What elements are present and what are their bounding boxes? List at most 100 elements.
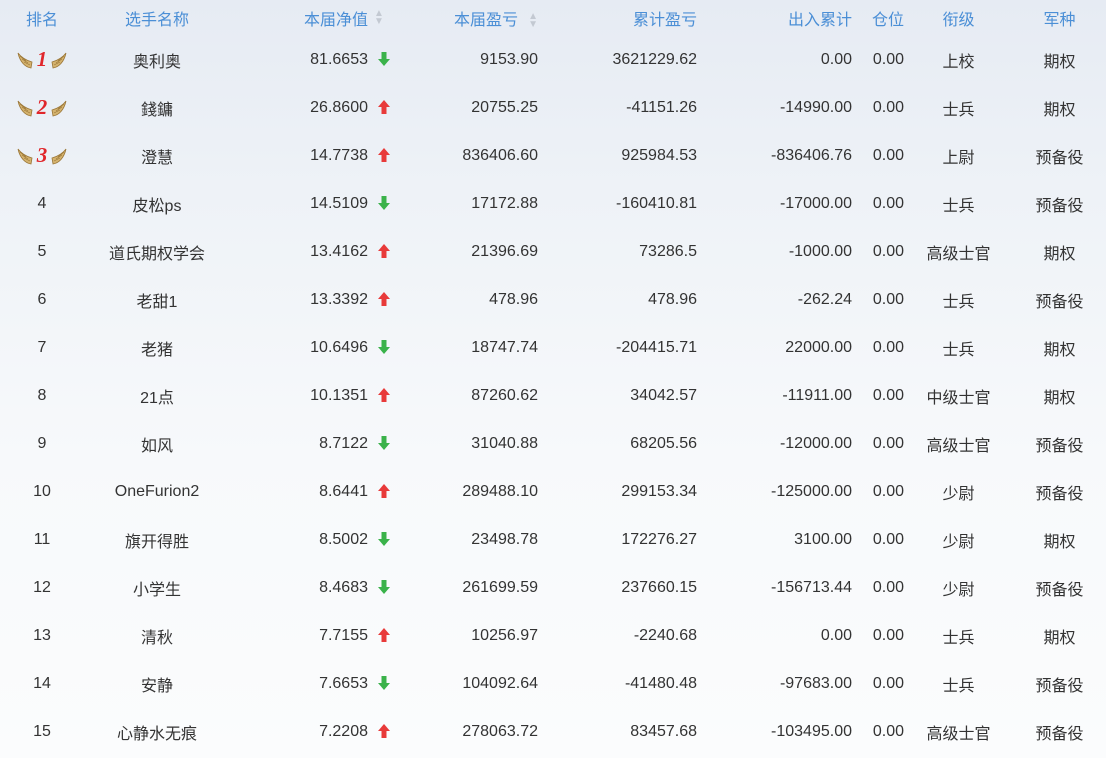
branch: 期权 [1043, 534, 1076, 551]
player-name[interactable]: 老猪 [84, 324, 230, 372]
table-row[interactable]: 11 旗开得胜 8.5002 23498.78 172276.27 3100.00 0.00… [0, 516, 1106, 564]
player-name[interactable]: 清秋 [84, 612, 230, 660]
laurel-wing-icon [51, 101, 67, 117]
arrow-down-icon [378, 436, 390, 450]
arrow-up-icon [378, 100, 390, 114]
player-name[interactable]: 老甜1 [84, 276, 230, 324]
trend-cell [368, 228, 398, 276]
branch: 预备役 [1035, 726, 1084, 743]
session-pnl: 104092.64 [462, 675, 538, 692]
branch: 预备役 [1035, 678, 1084, 695]
player-name[interactable]: OneFurion2 [84, 468, 230, 516]
military-rank: 士兵 [942, 102, 975, 119]
table-row[interactable]: 2 錢鏞 26.8600 20755.25 -41151.26 -14990.00 0.00… [0, 84, 1106, 132]
inout-total: -125000.00 [771, 483, 852, 500]
trend-cell [368, 612, 398, 660]
table-row[interactable]: 12 小学生 8.4683 261699.59 237660.15 -156713.44 0… [0, 564, 1106, 612]
inout-total: 3100.00 [794, 531, 852, 548]
table-row[interactable]: 10 OneFurion2 8.6441 289488.10 299153.34 -125… [0, 468, 1106, 516]
table-row[interactable]: 7 老猪 10.6496 18747.74 -204415.71 22000.00 0.00… [0, 324, 1106, 372]
net-value: 26.8600 [310, 99, 368, 116]
player-name[interactable]: 如风 [84, 420, 230, 468]
header-pos[interactable]: 仓位 [852, 0, 904, 36]
player-name[interactable]: 心静水无痕 [84, 708, 230, 756]
table-row[interactable]: 14 安静 7.6653 104092.64 -41480.48 -97683.00 0.0… [0, 660, 1106, 708]
session-pnl: 21396.69 [471, 243, 538, 260]
player-name[interactable]: 安静 [84, 660, 230, 708]
position: 0.00 [872, 387, 904, 404]
military-rank: 高级士官 [926, 438, 991, 455]
player-name[interactable]: 皮松ps [84, 180, 230, 228]
table-row[interactable]: 6 老甜1 13.3392 478.96 478.96 -262.24 0.00 士兵 预备役 [0, 276, 1106, 324]
sort-icon[interactable]: ▲ ▼ [374, 8, 388, 26]
military-rank: 中级士官 [926, 390, 991, 407]
net-value: 8.5002 [319, 531, 368, 548]
header-branch[interactable]: 军种 [1013, 0, 1106, 36]
net-value: 14.7738 [310, 147, 368, 164]
rank-cell: 3 [0, 132, 84, 180]
branch: 期权 [1043, 54, 1076, 71]
arrow-up-icon [378, 292, 390, 306]
header-military-rank[interactable]: 衔级 [904, 0, 1013, 36]
net-value: 81.6653 [310, 51, 368, 68]
trend-cell [368, 132, 398, 180]
rank-cell: 12 [33, 579, 51, 596]
arrow-down-icon [378, 580, 390, 594]
branch: 预备役 [1035, 582, 1084, 599]
inout-total: -17000.00 [779, 195, 852, 212]
table-row[interactable]: 4 皮松ps 14.5109 17172.88 -160410.81 -17000.00 0… [0, 180, 1106, 228]
arrow-up-icon [378, 148, 390, 162]
rank-cell: 6 [37, 291, 47, 308]
cumulative-pnl: 3621229.62 [612, 51, 697, 68]
trend-cell [368, 276, 398, 324]
header-nav-sort[interactable]: ▲ ▼ [368, 0, 398, 36]
position: 0.00 [872, 627, 904, 644]
position: 0.00 [872, 291, 904, 308]
header-pnl-sortable[interactable]: 本届盈亏 ▲ ▼ [398, 0, 538, 36]
position: 0.00 [872, 435, 904, 452]
player-name[interactable]: 旗开得胜 [84, 516, 230, 564]
inout-total: -1000.00 [788, 243, 852, 260]
arrow-up-icon [378, 244, 390, 258]
player-name[interactable]: 21点 [84, 372, 230, 420]
table-row[interactable]: 8 21点 10.1351 87260.62 34042.57 -11911.00 0.00… [0, 372, 1106, 420]
header-rank[interactable]: 排名 [0, 0, 84, 36]
rank-cell: 2 [0, 84, 84, 132]
arrow-up-icon [378, 484, 390, 498]
header-cum[interactable]: 累计盈亏 [538, 0, 697, 36]
session-pnl: 278063.72 [462, 723, 538, 740]
session-pnl: 23498.78 [471, 531, 538, 548]
arrow-down-icon [378, 52, 390, 66]
arrow-up-icon [378, 724, 390, 738]
header-io[interactable]: 出入累计 [697, 0, 852, 36]
cumulative-pnl: 73286.5 [639, 243, 697, 260]
player-name[interactable]: 澄慧 [84, 132, 230, 180]
cumulative-pnl: -160410.81 [616, 195, 697, 212]
header-nav-sortable[interactable]: 本届净值 [230, 0, 368, 36]
player-name[interactable]: 小学生 [84, 564, 230, 612]
player-name[interactable]: 錢鏞 [84, 84, 230, 132]
rank-cell: 13 [33, 627, 51, 644]
laurel-wing-icon [17, 101, 33, 117]
trend-cell [368, 660, 398, 708]
ranking-table: 排名 选手名称 本届净值 ▲ ▼ 本届盈亏 ▲ ▼ 累计盈亏 出入累计 仓位 衔级 军… [0, 0, 1106, 756]
table-row[interactable]: 15 心静水无痕 7.2208 278063.72 83457.68 -103495.00… [0, 708, 1106, 756]
inout-total: 22000.00 [785, 339, 852, 356]
position: 0.00 [872, 483, 904, 500]
military-rank: 上尉 [942, 150, 975, 167]
table-header: 排名 选手名称 本届净值 ▲ ▼ 本届盈亏 ▲ ▼ 累计盈亏 出入累计 仓位 衔级 军… [0, 0, 1106, 36]
position: 0.00 [872, 99, 904, 116]
sort-icon[interactable]: ▲ ▼ [524, 11, 538, 29]
branch: 期权 [1043, 342, 1076, 359]
table-row[interactable]: 3 澄慧 14.7738 836406.60 925984.53 -836406.76 0.… [0, 132, 1106, 180]
table-row[interactable]: 1 奥利奥 81.6653 9153.90 3621229.62 0.00 0.00 上校 期权 [0, 36, 1106, 84]
player-name[interactable]: 奥利奥 [84, 36, 230, 84]
table-row[interactable]: 5 道氏期权学会 13.4162 21396.69 73286.5 -1000.00 0.0… [0, 228, 1106, 276]
header-nav-label: 本届净值 [303, 12, 368, 29]
player-name[interactable]: 道氏期权学会 [84, 228, 230, 276]
table-row[interactable]: 13 清秋 7.7155 10256.97 -2240.68 0.00 0.00 士兵 期权 [0, 612, 1106, 660]
header-name[interactable]: 选手名称 [84, 0, 230, 36]
table-row[interactable]: 9 如风 8.7122 31040.88 68205.56 -12000.00 0.00 高级… [0, 420, 1106, 468]
trend-cell [368, 84, 398, 132]
session-pnl: 289488.10 [462, 483, 538, 500]
